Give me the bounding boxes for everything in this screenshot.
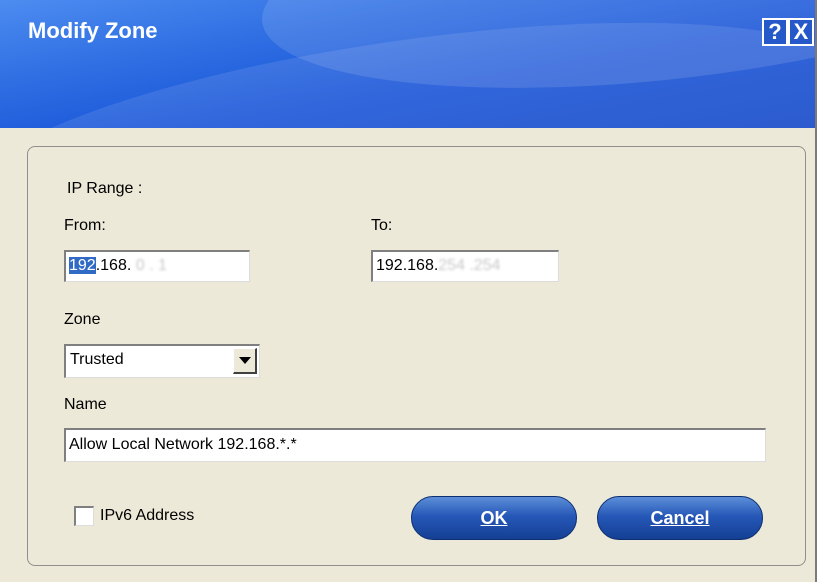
close-button[interactable]: X [788, 18, 814, 46]
ipv6-label[interactable]: IPv6 Address [100, 507, 194, 525]
dropdown-arrow-button[interactable] [233, 348, 257, 374]
ok-button-label: OK [480, 507, 508, 528]
chevron-down-icon [239, 357, 251, 364]
title-bar: Modify Zone ? X [0, 0, 815, 128]
from-label: From: [64, 217, 106, 234]
name-field[interactable]: Allow Local Network 192.168.*.* [64, 428, 766, 462]
dialog-title: Modify Zone [28, 18, 158, 43]
zone-dropdown[interactable]: Trusted [64, 344, 260, 378]
ip-range-label: IP Range : [67, 180, 143, 197]
modify-zone-dialog: Modify Zone ? X IP Range : From: To: 192… [0, 0, 817, 582]
from-ip-visible-octets: .168. [95, 257, 132, 274]
zone-label: Zone [64, 311, 101, 328]
zone-dropdown-value: Trusted [70, 351, 124, 368]
to-ip-obscured-octets: 254 .254 [438, 257, 501, 274]
cancel-button[interactable]: Cancel [597, 496, 763, 540]
name-label: Name [64, 396, 107, 413]
help-button[interactable]: ? [762, 18, 788, 46]
from-ip-field[interactable]: 192.168. 0 . 1 [64, 250, 250, 282]
from-ip-obscured-octets: 0 . 1 [135, 257, 167, 274]
to-label: To: [371, 217, 393, 234]
ipv6-checkbox[interactable] [74, 506, 94, 526]
to-ip-visible-octets: 192.168. [376, 257, 439, 274]
to-ip-field[interactable]: 192.168.254 .254 [371, 250, 559, 282]
ok-button[interactable]: OK [411, 496, 577, 540]
from-ip-selected-octet: 192 [69, 257, 96, 274]
cancel-button-label: Cancel [650, 507, 710, 528]
